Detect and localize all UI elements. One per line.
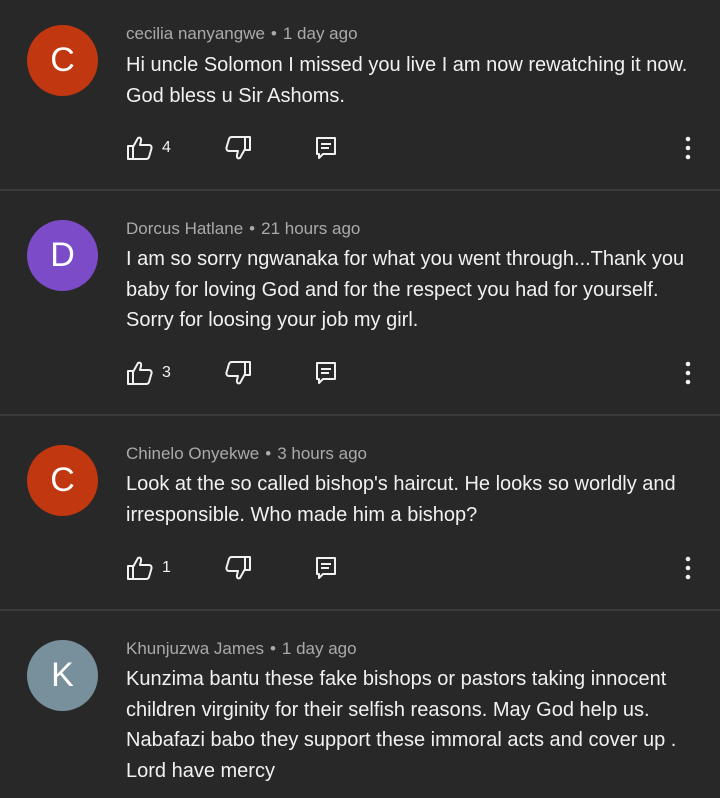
avatar[interactable]: C [27, 25, 98, 96]
comment-timestamp[interactable]: 21 hours ago [261, 219, 360, 238]
thumbs-down-icon [225, 136, 251, 160]
comment-meta: Dorcus Hatlane • 21 hours ago [126, 219, 360, 239]
thumbs-down-icon [225, 556, 251, 580]
more-options-button[interactable] [676, 358, 700, 388]
like-count: 1 [162, 559, 171, 576]
author-name[interactable]: Chinelo Onyekwe [126, 444, 259, 463]
reply-button[interactable] [315, 553, 337, 583]
reply-icon [316, 362, 336, 384]
author-name[interactable]: cecilia nanyangwe [126, 24, 265, 43]
comment-text: Kunzima bantu these fake bishops or past… [126, 668, 677, 782]
like-count: 4 [162, 139, 171, 156]
comment-item: C Chinelo Onyekwe • 3 hours ago Look at th… [0, 416, 720, 609]
comment-item: K Khunjuzwa James • 1 day ago Kunzima bant… [0, 611, 720, 798]
comment-meta: Khunjuzwa James • 1 day ago [126, 639, 357, 659]
comment-meta: cecilia nanyangwe • 1 day ago [126, 24, 358, 44]
dislike-button[interactable] [224, 553, 252, 583]
comment-timestamp[interactable]: 3 hours ago [277, 444, 367, 463]
comment-timestamp[interactable]: 1 day ago [282, 639, 357, 658]
reply-button[interactable] [315, 133, 337, 163]
more-vert-icon [685, 136, 691, 160]
reply-icon [316, 137, 336, 159]
comment-text: Hi uncle Solomon I missed you live I am … [126, 54, 688, 107]
like-button[interactable]: 4 [126, 133, 171, 163]
meta-separator: • [270, 24, 277, 43]
thumbs-up-icon [127, 361, 153, 385]
dislike-button[interactable] [224, 133, 252, 163]
more-options-button[interactable] [676, 553, 700, 583]
meta-separator: • [269, 639, 276, 658]
comment-item: D Dorcus Hatlane • 21 hours ago I am so so… [0, 191, 720, 415]
comment-meta: Chinelo Onyekwe • 3 hours ago [126, 444, 367, 464]
avatar[interactable]: K [27, 640, 98, 711]
meta-separator: • [249, 219, 256, 238]
comment-actions: 3 [0, 358, 720, 388]
thumbs-up-icon [127, 136, 153, 160]
comment-text: Look at the so called bishop's haircut. … [126, 473, 676, 526]
reply-icon [316, 557, 336, 579]
comment-timestamp[interactable]: 1 day ago [283, 24, 358, 43]
comment-actions: 4 [0, 133, 720, 163]
comment-actions: 1 [0, 553, 720, 583]
comment-item: C cecilia nanyangwe • 1 day ago Hi uncle S… [0, 0, 720, 190]
thumbs-down-icon [225, 361, 251, 385]
like-count: 3 [162, 364, 171, 381]
comment-text: I am so sorry ngwanaka for what you went… [126, 248, 685, 331]
author-name[interactable]: Dorcus Hatlane [126, 219, 243, 238]
dislike-button[interactable] [224, 358, 252, 388]
avatar[interactable]: C [27, 445, 98, 516]
more-vert-icon [685, 556, 691, 580]
author-name[interactable]: Khunjuzwa James [126, 639, 264, 658]
avatar[interactable]: D [27, 220, 98, 291]
reply-button[interactable] [315, 358, 337, 388]
thumbs-up-icon [127, 556, 153, 580]
like-button[interactable]: 1 [126, 553, 171, 583]
like-button[interactable]: 3 [126, 358, 171, 388]
more-vert-icon [685, 361, 691, 385]
meta-separator: • [265, 444, 272, 463]
more-options-button[interactable] [676, 133, 700, 163]
